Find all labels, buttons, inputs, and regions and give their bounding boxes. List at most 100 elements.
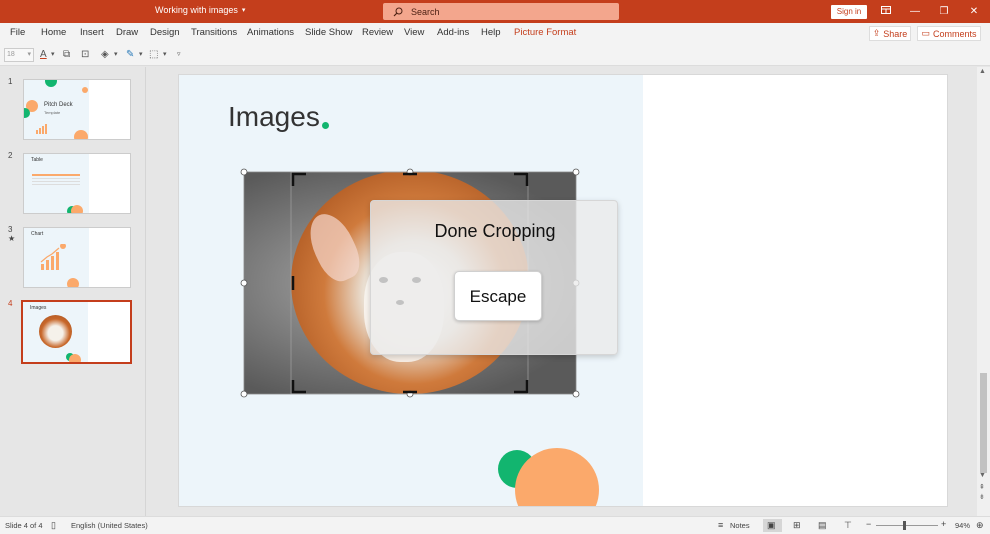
- title-accent-dot: [322, 122, 329, 129]
- tab-help[interactable]: Help: [481, 27, 501, 38]
- search-placeholder: Search: [411, 6, 440, 17]
- slide-thumbnail-4[interactable]: Images: [21, 300, 132, 364]
- tab-home[interactable]: Home: [41, 27, 66, 38]
- thumbnail-title: Table: [31, 157, 43, 163]
- tab-file[interactable]: File: [10, 27, 25, 38]
- zoom-out-icon[interactable]: −: [866, 519, 871, 529]
- zoom-slider-thumb[interactable]: [903, 521, 906, 530]
- thumbnail-number: 4: [8, 299, 13, 308]
- thumbnail-number: 1: [8, 77, 13, 86]
- chevron-down-icon[interactable]: ▾: [163, 48, 167, 62]
- chart-icon: [40, 244, 66, 270]
- slide-thumbnail-2[interactable]: Table: [23, 153, 131, 214]
- normal-view-icon: ▣: [767, 520, 776, 530]
- thumbnail-table: [32, 174, 80, 176]
- slide-show-icon[interactable]: ⊤: [844, 520, 852, 531]
- minimize-icon[interactable]: —: [906, 3, 924, 20]
- ribbon-tabs: File Home Insert Draw Design Transitions…: [0, 23, 990, 44]
- share-icon: ⇪: [872, 28, 881, 38]
- slide-title[interactable]: Images: [228, 101, 320, 133]
- tab-add-ins[interactable]: Add-ins: [437, 27, 469, 38]
- chevron-down-icon[interactable]: ▾: [51, 48, 55, 62]
- thumbnail-shape: [71, 205, 83, 213]
- thumbnail-number: 2: [8, 151, 13, 160]
- done-cropping-panel: Done Cropping Escape: [370, 200, 618, 355]
- chevron-down-icon: ▾: [27, 51, 31, 58]
- comments-button[interactable]: ▭ Comments: [917, 26, 981, 41]
- search-icon: [393, 7, 403, 16]
- share-label: Share: [883, 28, 908, 39]
- thumbnail-table: [32, 184, 80, 185]
- document-title[interactable]: Working with images ▾: [155, 5, 245, 15]
- comment-icon: ▭: [921, 28, 930, 38]
- zoom-slider[interactable]: [876, 525, 938, 526]
- tab-design[interactable]: Design: [150, 27, 180, 38]
- title-bar: Working with images ▾ Search Sign in — ❐…: [0, 0, 990, 23]
- thumbnail-table: [32, 181, 80, 182]
- chevron-down-icon[interactable]: ▾: [114, 48, 118, 62]
- thumbnail-shape: [67, 278, 79, 287]
- thumbnail-title: Images: [30, 305, 47, 311]
- tab-slide-show[interactable]: Slide Show: [305, 27, 353, 38]
- thumbnail-table: [32, 178, 80, 179]
- quick-toolbar: 18 ▾ A ▾ ⧉ ⊡ ◈ ▾ ✎ ▾ ⬚ ▾ ▿: [0, 44, 990, 66]
- tab-view[interactable]: View: [404, 27, 424, 38]
- zoom-level[interactable]: 94%: [955, 521, 970, 530]
- tab-animations[interactable]: Animations: [247, 27, 294, 38]
- accessibility-icon[interactable]: ▯: [51, 520, 56, 531]
- font-size-value: 18: [7, 51, 15, 58]
- slide-thumbnail-pane: 1 Pitch Deck Template 2 Table 3 ★ Chart …: [0, 67, 146, 516]
- thumbnail-title: Pitch Deck: [44, 102, 73, 108]
- font-color-icon[interactable]: A: [40, 48, 47, 62]
- thumbnail-number: 3: [8, 225, 13, 234]
- notes-icon[interactable]: ≡: [718, 520, 723, 530]
- animation-star-icon: ★: [8, 234, 16, 243]
- vertical-scrollbar[interactable]: ▲ ▼ ⇞ ⇟: [977, 67, 990, 516]
- status-bar: Slide 4 of 4 ▯ English (United States) ≡…: [0, 516, 990, 534]
- notes-button[interactable]: Notes: [730, 521, 750, 530]
- thumbnail-shape: [74, 130, 88, 139]
- chevron-down-icon[interactable]: ▾: [139, 48, 143, 62]
- zoom-in-icon[interactable]: +: [941, 519, 946, 529]
- previous-slide-icon[interactable]: ⇞: [979, 483, 985, 491]
- tab-review[interactable]: Review: [362, 27, 393, 38]
- tab-picture-format[interactable]: Picture Format: [514, 27, 576, 38]
- slide-counter: Slide 4 of 4: [5, 521, 43, 530]
- slide-sorter-icon[interactable]: ⊞: [793, 520, 801, 531]
- chevron-down-icon: ▾: [241, 7, 246, 14]
- restore-icon[interactable]: ❐: [935, 3, 953, 20]
- scrollbar-thumb[interactable]: [980, 373, 987, 473]
- thumbnail-image: [39, 315, 72, 348]
- font-size-box[interactable]: 18 ▾: [4, 48, 34, 62]
- thumbnail-title: Chart: [31, 231, 44, 237]
- text-box-icon[interactable]: ⊡: [81, 48, 89, 62]
- next-slide-icon[interactable]: ⇟: [979, 493, 985, 501]
- chart-icon: [36, 124, 47, 134]
- ribbon-display-icon[interactable]: [877, 3, 895, 20]
- scroll-up-icon[interactable]: ▲: [979, 68, 986, 75]
- tab-transitions[interactable]: Transitions: [191, 27, 237, 38]
- tab-draw[interactable]: Draw: [116, 27, 138, 38]
- thumbnail-shape: [69, 354, 81, 362]
- fill-color-icon[interactable]: ◈: [101, 48, 109, 62]
- customize-toolbar-icon[interactable]: ▿: [177, 48, 181, 62]
- share-button[interactable]: ⇪ Share: [869, 26, 911, 41]
- done-cropping-label[interactable]: Done Cropping: [371, 221, 619, 242]
- close-icon[interactable]: ✕: [965, 3, 983, 20]
- language-indicator[interactable]: English (United States): [71, 521, 148, 530]
- pen-icon[interactable]: ✎: [126, 48, 134, 62]
- document-title-label: Working with images: [155, 5, 238, 15]
- shapes-icon[interactable]: ⬚: [149, 48, 158, 62]
- search-box[interactable]: Search: [383, 3, 619, 20]
- slide-thumbnail-1[interactable]: Pitch Deck Template: [23, 79, 131, 140]
- thumbnail-subtitle: Template: [44, 110, 61, 115]
- escape-key-button[interactable]: Escape: [454, 271, 542, 321]
- copy-format-icon[interactable]: ⧉: [63, 48, 70, 62]
- tab-insert[interactable]: Insert: [80, 27, 104, 38]
- slide-thumbnail-3[interactable]: Chart: [23, 227, 131, 288]
- scroll-down-icon[interactable]: ▼: [979, 472, 986, 479]
- fit-to-window-icon[interactable]: ⊕: [976, 520, 984, 531]
- comments-label: Comments: [933, 28, 977, 39]
- sign-in-button[interactable]: Sign in: [831, 5, 867, 19]
- reading-view-icon[interactable]: ▤: [818, 520, 827, 531]
